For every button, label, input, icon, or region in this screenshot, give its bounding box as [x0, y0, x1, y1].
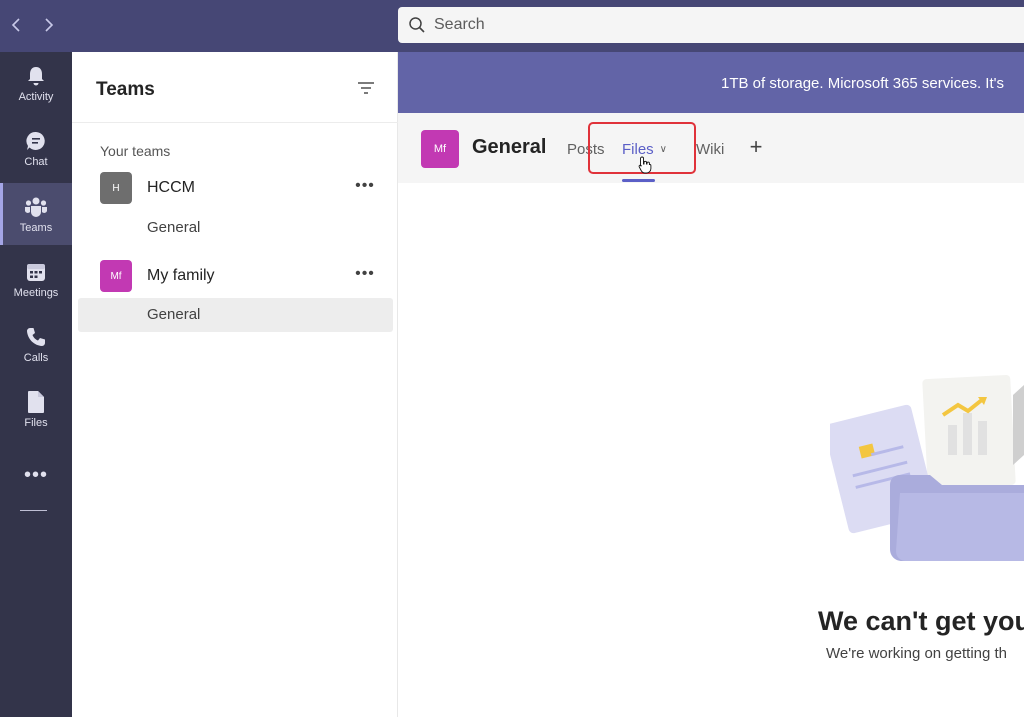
rail-item-label: Activity	[18, 91, 54, 103]
teams-panel: Teams Your teams H HCCM ••• General Mf M…	[72, 52, 398, 717]
rail-item-chat[interactable]: Chat	[0, 117, 72, 179]
app-bar: Activity Chat Teams Meetings Calls Files…	[0, 52, 72, 717]
more-options-icon[interactable]: •••	[355, 262, 374, 286]
promo-banner: 1TB of storage. Microsoft 365 services. …	[398, 52, 1024, 113]
title-bar	[0, 0, 1024, 52]
rail-item-activity[interactable]: Activity	[0, 52, 72, 114]
channel-name: General	[147, 219, 201, 236]
empty-state-title: We can't get you	[818, 606, 1024, 636]
calendar-icon	[24, 260, 48, 284]
phone-icon	[24, 325, 48, 349]
panel-title: Teams	[96, 79, 155, 100]
banner-text: 1TB of storage. Microsoft 365 services. …	[721, 75, 1004, 92]
chat-icon	[24, 129, 48, 153]
tab-wiki[interactable]: Wiki	[696, 141, 724, 158]
team-name: My family	[147, 267, 215, 284]
search-input[interactable]	[434, 16, 934, 34]
files-illustration	[830, 375, 1024, 561]
team-avatar: Mf	[100, 260, 132, 292]
section-label: Your teams	[100, 143, 171, 159]
channel-item-my-family-general[interactable]: General	[78, 298, 393, 332]
rail-item-teams[interactable]: Teams	[0, 183, 72, 245]
filter-icon[interactable]	[356, 80, 376, 96]
rail-divider	[20, 510, 47, 511]
active-tab-indicator	[622, 179, 655, 182]
search-icon	[409, 17, 425, 33]
file-icon	[24, 390, 48, 414]
rail-item-label: Files	[24, 417, 48, 429]
rail-item-label: Meetings	[13, 287, 59, 299]
channel-name: General	[147, 306, 201, 323]
bell-icon	[24, 64, 48, 88]
panel-divider	[72, 122, 398, 123]
rail-item-label: Chat	[24, 156, 48, 168]
rail-item-calls[interactable]: Calls	[0, 313, 72, 375]
hand-cursor-icon	[638, 156, 652, 174]
search-box[interactable]	[398, 7, 1024, 43]
channel-item-hccm-general[interactable]: General	[78, 211, 393, 245]
add-tab-icon[interactable]: +	[746, 136, 766, 158]
rail-item-label: Calls	[23, 352, 49, 364]
forward-arrow-icon[interactable]	[38, 13, 60, 37]
channel-header: Mf General Posts Files ∨ Wiki +	[398, 113, 1024, 183]
back-arrow-icon[interactable]	[5, 13, 27, 37]
team-avatar: H	[100, 172, 132, 204]
more-apps-icon[interactable]: •••	[0, 460, 72, 490]
channel-avatar: Mf	[421, 130, 459, 168]
more-options-icon[interactable]: •••	[355, 174, 374, 198]
channel-title: General	[472, 136, 547, 158]
team-item-my-family[interactable]: Mf My family •••	[100, 260, 390, 294]
rail-item-files[interactable]: Files	[0, 378, 72, 440]
empty-state-subtitle: We're working on getting th	[826, 645, 1008, 662]
rail-item-meetings[interactable]: Meetings	[0, 248, 72, 310]
team-name: HCCM	[147, 179, 195, 196]
teams-icon	[24, 195, 48, 219]
team-item-hccm[interactable]: H HCCM •••	[100, 172, 390, 206]
rail-item-label: Teams	[19, 222, 53, 234]
